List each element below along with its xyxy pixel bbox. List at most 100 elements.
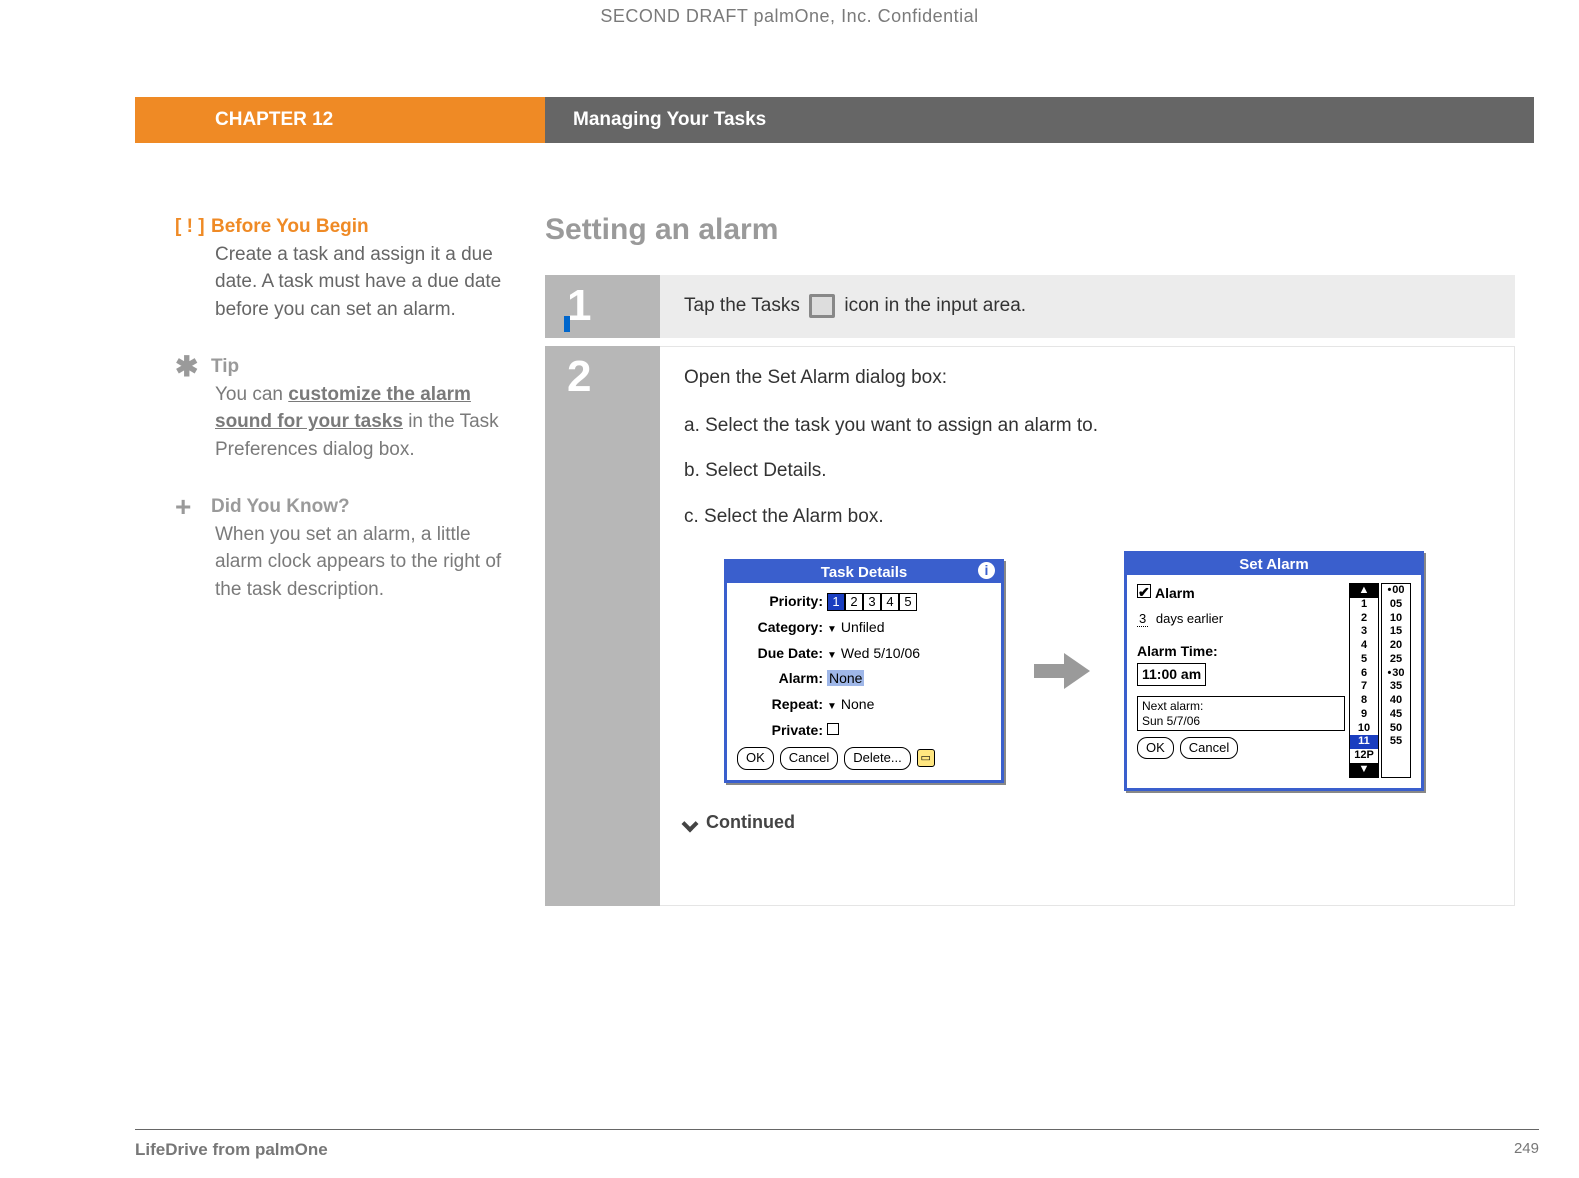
minute-option[interactable]: 30 (1382, 667, 1410, 681)
hour-option[interactable]: 12P (1350, 749, 1378, 763)
minute-option[interactable]: 15 (1382, 625, 1410, 639)
time-picker[interactable]: ▲ 123456789101112P▼ 00051015202530354045… (1349, 583, 1411, 778)
did-you-know: +Did You Know? When you set an alarm, a … (175, 493, 515, 603)
hour-option[interactable]: 8 (1350, 694, 1378, 708)
sa-cancel-button[interactable]: Cancel (1180, 737, 1238, 759)
set-alarm-title: Set Alarm (1127, 553, 1421, 576)
dyk-body: When you set an alarm, a little alarm cl… (215, 521, 515, 604)
hour-option[interactable]: 9 (1350, 708, 1378, 722)
before-you-begin: [ ! ]Before You Begin Create a task and … (175, 213, 515, 323)
alarm-enable-row[interactable]: Alarm (1137, 583, 1345, 605)
step-1-pre: Tap the Tasks (684, 295, 805, 316)
step-2-number: 2 (545, 346, 660, 906)
dropdown-icon: ▼ (827, 650, 837, 661)
footer-product: LifeDrive from palmOne (135, 1140, 328, 1160)
hour-option[interactable]: 6 (1350, 667, 1378, 681)
step-2-content: Open the Set Alarm dialog box: a. Select… (660, 346, 1515, 906)
chapter-label: CHAPTER 12 (135, 97, 545, 143)
before-title: Before You Begin (211, 216, 369, 237)
category-value[interactable]: ▼Unfiled (827, 617, 885, 639)
page-number: 249 (1514, 1140, 1539, 1160)
priority-4[interactable]: 4 (881, 593, 899, 611)
step-2-c: c. Select the Alarm box. (684, 502, 1490, 531)
page-footer: LifeDrive from palmOne 249 (135, 1140, 1539, 1160)
hour-option[interactable]: 10 (1350, 722, 1378, 736)
chapter-header: CHAPTER 12 Managing Your Tasks (135, 97, 1534, 143)
step-1: 1 Tap the Tasks icon in the input area. (545, 275, 1515, 338)
due-date-value[interactable]: ▼Wed 5/10/06 (827, 643, 920, 665)
tip-body: You can customize the alarm sound for yo… (215, 381, 515, 464)
repeat-value[interactable]: ▼None (827, 694, 874, 716)
arrow-right-icon (1034, 651, 1094, 691)
due-date-label: Due Date: (737, 643, 827, 665)
set-alarm-dialog: Set Alarm Alarm 3 days earlier (1124, 551, 1424, 791)
private-label: Private: (737, 720, 827, 742)
repeat-label: Repeat: (737, 694, 827, 716)
asterisk-icon: ✱ (175, 357, 211, 377)
hours-column[interactable]: ▲ 123456789101112P▼ (1349, 583, 1379, 778)
priority-5[interactable]: 5 (899, 593, 917, 611)
minute-option[interactable]: 25 (1382, 653, 1410, 667)
td-delete-button[interactable]: Delete... (844, 747, 910, 769)
alarm-value[interactable]: None (827, 668, 864, 690)
step-2-b: b. Select Details. (684, 456, 1490, 485)
step-1-post: icon in the input area. (844, 295, 1026, 316)
minute-option[interactable]: 10 (1382, 612, 1410, 626)
tip-title: Tip (211, 356, 239, 377)
td-ok-button[interactable]: OK (737, 747, 774, 769)
hour-option[interactable]: 1 (1350, 598, 1378, 612)
screenshots-row: Task Details i Priority: 1 2 3 4 (724, 551, 1490, 791)
minute-option[interactable]: 05 (1382, 598, 1410, 612)
priority-2[interactable]: 2 (845, 593, 863, 611)
tasks-app-icon (809, 294, 835, 318)
footer-rule (135, 1129, 1539, 1130)
continued-label: Continued (684, 809, 1490, 837)
days-earlier-value[interactable]: 3 (1137, 611, 1148, 627)
alarm-time-value[interactable]: 11:00 am (1137, 663, 1206, 687)
hour-option[interactable]: 7 (1350, 680, 1378, 694)
hour-option[interactable]: 5 (1350, 653, 1378, 667)
step-1-content: Tap the Tasks icon in the input area. (660, 275, 1515, 338)
minute-option[interactable]: 35 (1382, 680, 1410, 694)
before-body: Create a task and assign it a due date. … (215, 241, 515, 324)
priority-selector[interactable]: 1 2 3 4 5 (827, 593, 917, 611)
minute-option[interactable]: 55 (1382, 735, 1410, 749)
tip-pre: You can (215, 384, 288, 405)
minutes-column[interactable]: 000510152025303540455055 (1381, 583, 1411, 778)
priority-3[interactable]: 3 (863, 593, 881, 611)
priority-1[interactable]: 1 (827, 593, 845, 611)
main-content: Setting an alarm 1 Tap the Tasks icon in… (545, 213, 1539, 914)
hour-option[interactable]: 11 (1350, 735, 1378, 749)
minute-option[interactable]: 50 (1382, 722, 1410, 736)
private-checkbox[interactable] (827, 720, 839, 742)
step-1-number: 1 (545, 275, 660, 338)
minute-option[interactable]: 40 (1382, 694, 1410, 708)
step-2-a: a. Select the task you want to assign an… (684, 411, 1490, 440)
alarm-checkbox[interactable] (1137, 584, 1151, 598)
hour-option[interactable]: 4 (1350, 639, 1378, 653)
alarm-time-label: Alarm Time: (1137, 641, 1345, 663)
next-alarm-box: Next alarm: Sun 5/7/06 (1137, 696, 1345, 731)
section-title: Setting an alarm (545, 213, 1539, 247)
sa-ok-button[interactable]: OK (1137, 737, 1174, 759)
minute-option[interactable]: 20 (1382, 639, 1410, 653)
days-earlier-label: days earlier (1156, 611, 1223, 626)
confidential-header: SECOND DRAFT palmOne, Inc. Confidential (40, 0, 1539, 27)
dyk-title: Did You Know? (211, 496, 350, 517)
continued-arrow-icon (682, 815, 699, 832)
priority-label: Priority: (737, 591, 827, 613)
td-cancel-button[interactable]: Cancel (780, 747, 838, 769)
minute-option[interactable]: 00 (1382, 584, 1410, 598)
dropdown-icon: ▼ (827, 624, 837, 635)
chapter-title: Managing Your Tasks (545, 97, 1534, 143)
minute-option[interactable]: 45 (1382, 708, 1410, 722)
alarm-label: Alarm: (737, 668, 827, 690)
sidebar: [ ! ]Before You Begin Create a task and … (175, 213, 545, 914)
tip-note: ✱Tip You can customize the alarm sound f… (175, 353, 515, 463)
category-label: Category: (737, 617, 827, 639)
change-bar (564, 316, 570, 332)
note-icon[interactable]: ▭ (917, 749, 935, 767)
hour-option[interactable]: 2 (1350, 612, 1378, 626)
task-details-dialog: Task Details i Priority: 1 2 3 4 (724, 559, 1004, 782)
hour-option[interactable]: 3 (1350, 625, 1378, 639)
